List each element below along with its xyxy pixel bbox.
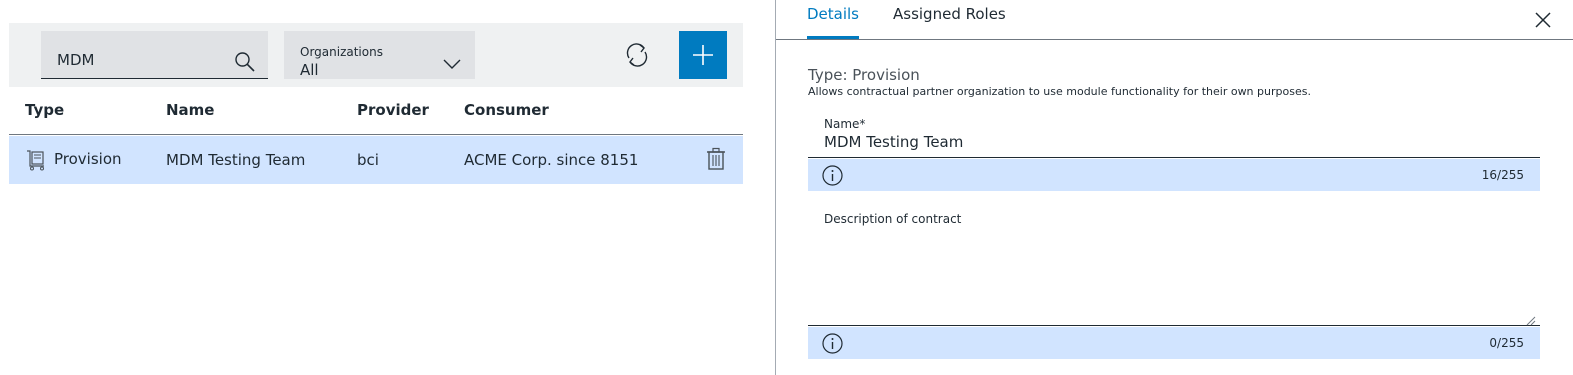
description-field-label: Description of contract [824,212,962,226]
search-icon[interactable] [234,51,256,73]
column-header-type[interactable]: Type [25,101,64,119]
organizations-label: Organizations [300,45,383,59]
description-field-helper: 0/255 [808,327,1540,359]
resize-handle-icon[interactable] [1526,311,1536,326]
search-input[interactable]: MDM [41,31,268,79]
info-icon[interactable] [822,165,843,186]
provision-icon [25,149,47,171]
cell-type: Provision [54,150,122,168]
column-header-name[interactable]: Name [166,101,214,119]
contract-details-panel: Details Assigned Roles Type: Provision A… [776,0,1573,375]
cell-consumer: ACME Corp. since 8151 [464,151,639,169]
column-header-consumer[interactable]: Consumer [464,101,549,119]
search-value[interactable]: MDM [57,51,94,69]
tab-details[interactable]: Details [807,5,860,39]
name-char-counter: 16/255 [1481,168,1524,182]
list-toolbar: MDM Organizations All [9,23,743,87]
cell-name: MDM Testing Team [166,151,306,169]
delete-button[interactable] [705,147,727,171]
column-header-provider[interactable]: Provider [357,101,429,119]
plus-icon[interactable] [692,44,714,66]
organizations-value[interactable]: All [300,61,319,79]
name-field[interactable]: Name* MDM Testing Team [808,112,1540,158]
table-row[interactable]: Provision MDM Testing Team bci ACME Corp… [9,136,743,184]
name-field-label: Name* [824,117,866,131]
description-char-counter: 0/255 [1489,336,1524,350]
add-contract-button[interactable] [679,31,727,79]
close-icon[interactable] [1534,11,1552,29]
table-header: Type Name Provider Consumer [9,87,743,135]
info-icon[interactable] [822,333,843,354]
chevron-down-icon[interactable] [443,55,461,69]
name-field-helper: 16/255 [808,159,1540,191]
name-field-value[interactable]: MDM Testing Team [824,133,963,151]
tab-assigned-roles[interactable]: Assigned Roles [893,5,1006,39]
details-tabs: Details Assigned Roles [776,0,1573,40]
contract-type-description: Allows contractual partner organization … [808,85,1311,98]
description-field[interactable]: Description of contract [808,204,1540,326]
contracts-list-panel: MDM Organizations All Type Name Provider… [0,0,775,375]
trash-icon[interactable] [705,147,727,171]
cell-provider: bci [357,151,379,169]
close-button[interactable] [1534,11,1552,29]
refresh-icon[interactable] [623,41,651,69]
contract-type-title: Type: Provision [808,66,920,84]
refresh-button[interactable] [623,41,651,69]
organizations-dropdown[interactable]: Organizations All [284,31,475,79]
